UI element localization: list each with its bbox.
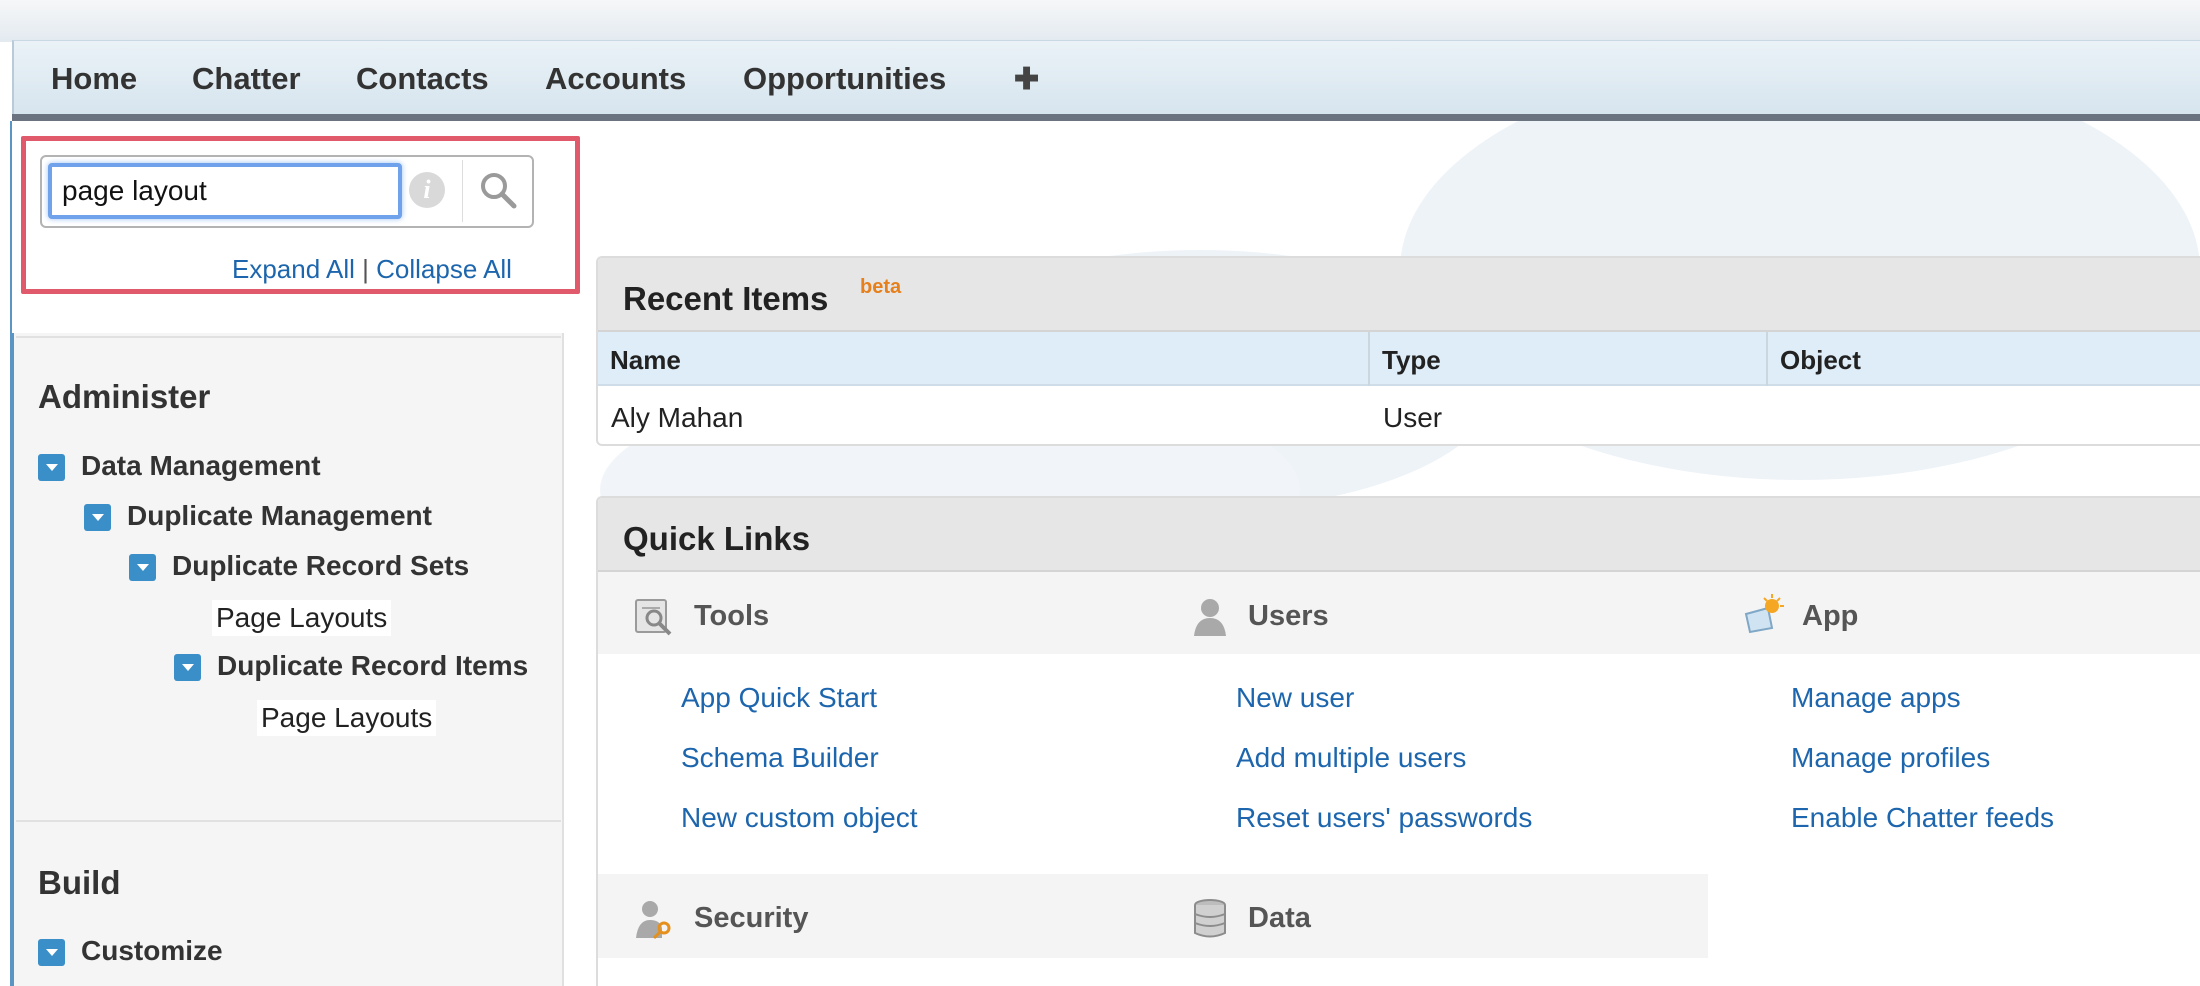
- tree-item-label: Data Management: [81, 450, 321, 481]
- data-icon: [1194, 899, 1226, 938]
- collapse-toggle-icon[interactable]: [174, 654, 201, 682]
- app-quick-start-link[interactable]: App Quick Start: [681, 682, 877, 714]
- recent-items-title: Recent Items: [623, 280, 829, 317]
- tab-home[interactable]: Home: [51, 61, 137, 97]
- section-title-build: Build: [38, 864, 121, 901]
- tree-item-duplicate-management[interactable]: Duplicate Management: [84, 500, 432, 534]
- sidebar-divider: [16, 820, 561, 822]
- column-header-label: Type: [1382, 345, 1441, 375]
- tree-item-duplicate-record-items[interactable]: Duplicate Record Items: [174, 650, 528, 684]
- all-tabs-plus-icon[interactable]: ✚: [1014, 62, 1039, 97]
- recent-item-name-link[interactable]: Aly Mahan: [611, 402, 743, 434]
- new-custom-object-link[interactable]: New custom object: [681, 802, 918, 834]
- quick-links-header: Quick Links: [598, 498, 2200, 572]
- collapse-toggle-icon[interactable]: [84, 504, 111, 532]
- recent-items-panel: Recent Items beta Name Type Object Aly M…: [596, 256, 2200, 446]
- quick-links-category-app: App: [1802, 600, 1859, 632]
- quick-links-category-data: Data: [1248, 902, 1311, 934]
- reset-users-passwords-link[interactable]: Reset users' passwords: [1236, 802, 1532, 834]
- section-title-administer: Administer: [38, 378, 211, 415]
- quick-links-category-band: [598, 572, 2200, 654]
- quick-links-category-tools: Tools: [694, 600, 770, 632]
- manage-profiles-link[interactable]: Manage profiles: [1791, 742, 1990, 774]
- column-header-label: Name: [610, 345, 681, 375]
- beta-badge: beta: [860, 276, 902, 298]
- browser-top-strip: [0, 0, 2200, 42]
- tree-leaf-page-layouts[interactable]: Page Layouts: [257, 700, 437, 736]
- add-multiple-users-link[interactable]: Add multiple users: [1236, 742, 1466, 774]
- column-header-object[interactable]: Object: [1768, 332, 2200, 386]
- tab-contacts[interactable]: Contacts: [356, 61, 489, 97]
- tree-item-customize[interactable]: Customize: [38, 935, 223, 969]
- tree-leaf-page-layouts[interactable]: Page Layouts: [212, 600, 392, 636]
- quick-links-title: Quick Links: [623, 520, 811, 557]
- enable-chatter-feeds-link[interactable]: Enable Chatter feeds: [1791, 802, 2054, 834]
- new-user-link[interactable]: New user: [1236, 682, 1354, 714]
- tab-chatter[interactable]: Chatter: [192, 61, 301, 97]
- schema-builder-link[interactable]: Schema Builder: [681, 742, 879, 774]
- column-header-type[interactable]: Type: [1370, 332, 1766, 386]
- tab-accounts[interactable]: Accounts: [545, 61, 686, 97]
- quick-links-panel: Quick Links Tools App Quick Start Schema…: [596, 496, 2200, 986]
- collapse-toggle-icon[interactable]: [38, 454, 65, 482]
- tab-bar: [12, 40, 2200, 118]
- collapse-toggle-icon[interactable]: [129, 554, 156, 582]
- tree-item-duplicate-record-sets[interactable]: Duplicate Record Sets: [129, 550, 469, 584]
- collapse-toggle-icon[interactable]: [38, 939, 65, 967]
- tools-icon: [635, 599, 672, 636]
- search-highlight-frame: [21, 136, 580, 294]
- tree-item-label: Duplicate Management: [127, 500, 432, 531]
- quick-links-category-users: Users: [1248, 600, 1329, 632]
- user-icon: [1194, 599, 1226, 636]
- tree-item-data-management[interactable]: Data Management: [38, 450, 321, 484]
- column-header-name[interactable]: Name: [598, 332, 1368, 386]
- recent-item-type: User: [1383, 402, 1443, 433]
- tab-bar-underline: [12, 114, 2200, 121]
- tree-item-label: Duplicate Record Items: [217, 650, 529, 681]
- app-icon: [1744, 594, 1784, 634]
- recent-items-header: Recent Items beta: [598, 258, 2200, 332]
- tab-opportunities[interactable]: Opportunities: [743, 61, 946, 97]
- sidebar-divider: [16, 336, 561, 338]
- column-header-label: Object: [1780, 345, 1861, 375]
- security-icon: [636, 901, 671, 940]
- tree-item-label: Customize: [81, 935, 223, 966]
- manage-apps-link[interactable]: Manage apps: [1791, 682, 1961, 714]
- quick-links-category-security: Security: [694, 902, 809, 934]
- tree-item-label: Duplicate Record Sets: [172, 550, 470, 581]
